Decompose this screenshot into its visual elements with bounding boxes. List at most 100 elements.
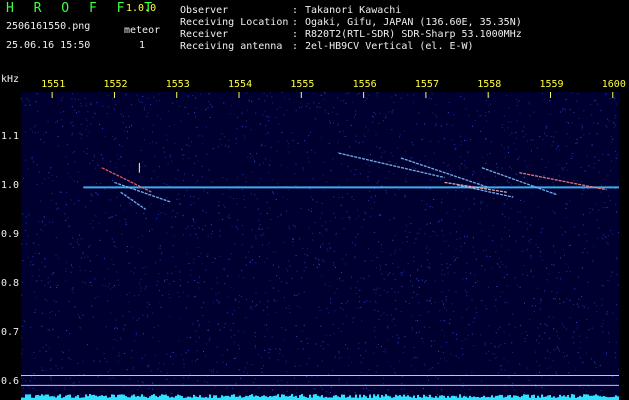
noise-pixel: [504, 301, 506, 303]
noise-pixel: [511, 132, 513, 134]
noise-pixel: [27, 168, 29, 170]
noise-pixel: [48, 329, 50, 331]
noise-pixel: [498, 345, 500, 347]
noise-pixel: [575, 369, 577, 371]
noise-pixel: [614, 117, 616, 119]
noise-pixel: [171, 216, 173, 218]
noise-pixel: [505, 266, 507, 268]
noise-pixel: [573, 112, 575, 113]
noise-pixel: [38, 269, 40, 271]
noise-pixel: [455, 248, 457, 250]
noise-pixel: [340, 100, 342, 102]
noise-pixel: [440, 253, 442, 255]
noise-pixel: [447, 266, 449, 268]
noise-pixel: [175, 266, 177, 268]
noise-pixel: [538, 179, 540, 181]
noise-pixel: [71, 93, 73, 95]
noise-pixel: [21, 243, 23, 245]
noise-pixel: [38, 221, 40, 223]
noise-pixel: [434, 280, 436, 282]
noise-pixel: [330, 386, 332, 388]
noise-pixel: [156, 100, 158, 102]
noise-pixel: [178, 203, 180, 205]
noise-pixel: [304, 253, 306, 255]
power-bar: [451, 395, 453, 400]
noise-pixel: [46, 300, 48, 302]
noise-pixel: [477, 280, 479, 282]
noise-pixel: [594, 99, 596, 101]
noise-pixel: [227, 276, 228, 278]
noise-pixel: [107, 300, 108, 302]
noise-pixel: [210, 104, 212, 106]
noise-pixel: [519, 113, 521, 115]
noise-pixel: [207, 381, 209, 383]
noise-pixel: [174, 124, 175, 126]
noise-pixel: [201, 135, 203, 137]
noise-pixel: [241, 112, 243, 114]
noise-pixel: [111, 238, 113, 240]
noise-pixel: [485, 138, 487, 139]
noise-pixel: [219, 329, 221, 331]
noise-pixel: [128, 115, 130, 117]
noise-pixel: [34, 377, 36, 379]
noise-pixel: [263, 365, 264, 367]
noise-pixel: [311, 376, 313, 378]
noise-pixel: [559, 257, 561, 259]
noise-pixel: [446, 240, 447, 242]
noise-pixel: [472, 171, 474, 172]
noise-pixel: [474, 172, 476, 174]
noise-pixel: [582, 304, 584, 306]
noise-pixel: [332, 158, 334, 160]
noise-pixel: [488, 235, 490, 237]
noise-pixel: [394, 291, 396, 293]
noise-pixel: [50, 379, 52, 381]
noise-pixel: [36, 280, 38, 282]
noise-pixel: [465, 167, 467, 169]
noise-pixel: [465, 271, 467, 273]
noise-pixel: [86, 153, 88, 155]
image-filename: 2506161550.png: [6, 21, 91, 32]
noise-pixel: [379, 147, 381, 148]
noise-pixel: [235, 138, 237, 140]
noise-pixel: [410, 274, 411, 276]
noise-pixel: [459, 378, 461, 380]
noise-pixel: [245, 120, 247, 122]
noise-pixel: [508, 121, 510, 123]
noise-pixel: [335, 216, 336, 218]
noise-pixel: [152, 337, 154, 338]
noise-pixel: [90, 193, 92, 195]
noise-pixel: [288, 189, 290, 191]
noise-pixel: [202, 263, 204, 265]
noise-pixel: [275, 311, 277, 313]
noise-pixel: [416, 278, 418, 280]
noise-pixel: [225, 145, 227, 147]
noise-pixel: [546, 367, 548, 369]
noise-pixel: [116, 154, 118, 156]
noise-pixel: [546, 348, 548, 350]
noise-pixel: [471, 371, 473, 373]
noise-pixel: [437, 363, 439, 364]
noise-pixel: [71, 264, 72, 265]
noise-pixel: [360, 277, 362, 279]
noise-pixel: [201, 307, 203, 309]
noise-pixel: [549, 378, 551, 380]
noise-pixel: [582, 267, 584, 269]
noise-pixel: [463, 160, 465, 162]
noise-pixel: [601, 298, 603, 300]
x-tick-label: 1554: [228, 79, 253, 90]
noise-pixel: [141, 381, 143, 383]
power-bar: [509, 394, 511, 400]
noise-pixel: [616, 211, 617, 213]
noise-pixel: [55, 390, 57, 391]
noise-pixel: [224, 283, 226, 285]
noise-pixel: [472, 174, 474, 176]
noise-pixel: [48, 172, 50, 174]
noise-pixel: [345, 315, 347, 316]
power-bar: [263, 395, 265, 400]
noise-pixel: [258, 182, 260, 184]
noise-pixel: [105, 326, 107, 328]
noise-pixel: [125, 193, 127, 195]
noise-pixel: [402, 241, 404, 243]
noise-pixel: [45, 350, 47, 352]
noise-pixel: [25, 131, 27, 133]
